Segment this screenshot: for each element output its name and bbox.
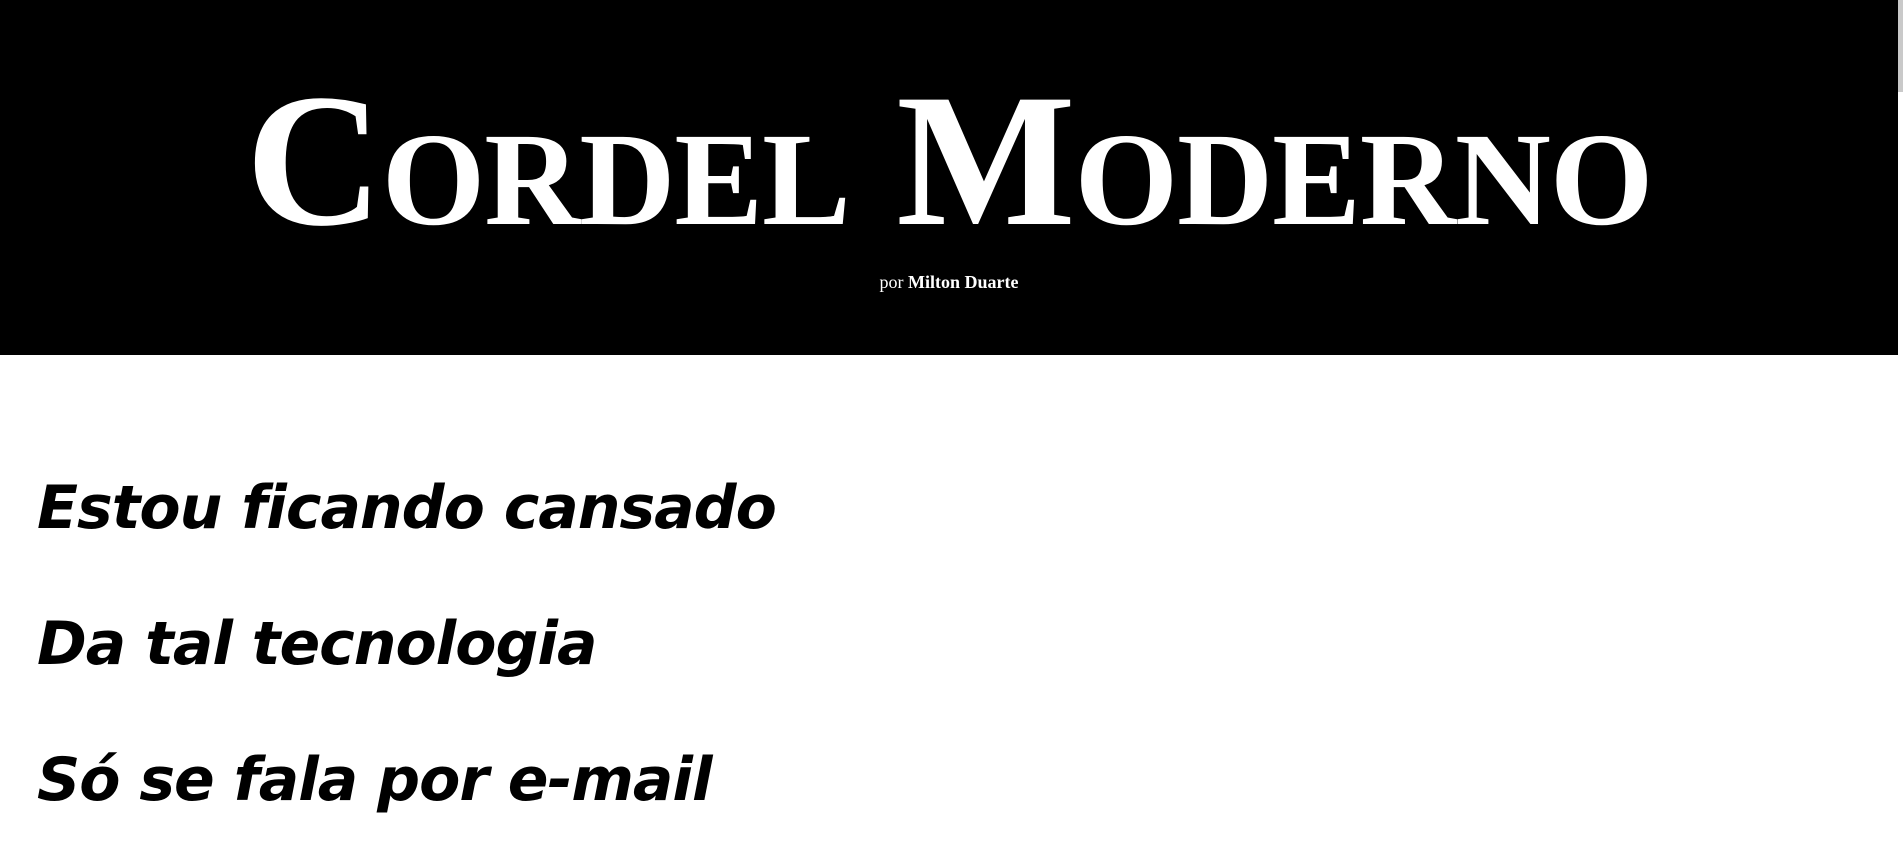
- page: Cordel Moderno por Milton Duarte Estou f…: [0, 0, 1903, 843]
- poem-verse: Da tal tecnologia: [37, 609, 597, 679]
- poem-verse: Só se fala por e-mail: [37, 745, 713, 815]
- scrollbar-thumb[interactable]: [1898, 0, 1903, 92]
- site-title: Cordel Moderno: [245, 56, 1654, 266]
- poem-verse: Estou ficando cansado: [37, 473, 777, 543]
- vertical-scrollbar[interactable]: [1898, 0, 1903, 843]
- byline-prefix: por: [879, 272, 904, 292]
- byline: por Milton Duarte: [0, 270, 1898, 294]
- author-name: Milton Duarte: [908, 272, 1019, 292]
- poem: Estou ficando cansado Da tal tecnologia …: [37, 470, 777, 843]
- site-header: Cordel Moderno por Milton Duarte: [0, 0, 1898, 355]
